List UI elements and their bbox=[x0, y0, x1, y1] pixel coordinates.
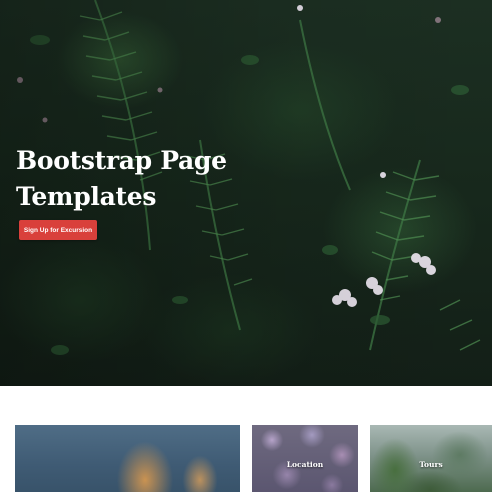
card-tours[interactable]: Tours bbox=[370, 425, 492, 492]
hero-section: Bootstrap Page Templates Sign Up for Exc… bbox=[0, 0, 492, 386]
hero-title-line1: Bootstrap Page bbox=[16, 146, 227, 175]
card-image-1[interactable] bbox=[15, 425, 240, 492]
sign-up-button[interactable]: Sign Up for Excursion bbox=[19, 220, 97, 240]
hero-title-line2: Templates bbox=[16, 182, 157, 211]
card-location-label: Location bbox=[286, 460, 324, 469]
card-location[interactable]: Location bbox=[252, 425, 358, 492]
hero-title: Bootstrap Page Templates bbox=[16, 143, 276, 215]
card-tours-label: Tours bbox=[419, 460, 443, 469]
